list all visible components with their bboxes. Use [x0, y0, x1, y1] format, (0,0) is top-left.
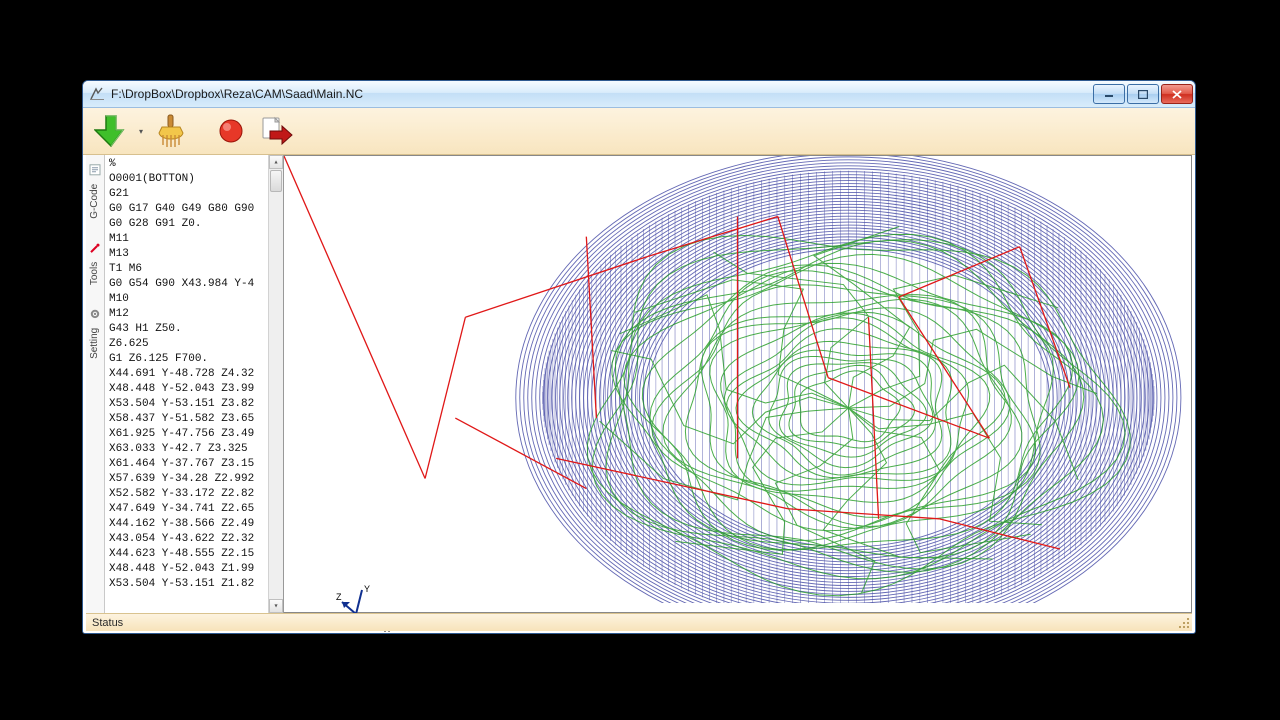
- gcode-line[interactable]: X52.582 Y-33.172 Z2.82: [109, 487, 269, 502]
- gcode-line[interactable]: M13: [109, 247, 269, 262]
- gcode-line[interactable]: G0 G17 G40 G49 G80 G90: [109, 202, 269, 217]
- gcode-line[interactable]: G0 G54 G90 X43.984 Y-4: [109, 277, 269, 292]
- minimize-button[interactable]: [1093, 84, 1125, 104]
- gcode-line[interactable]: X44.162 Y-38.566 Z2.49: [109, 517, 269, 532]
- content-area: G-Code Tools Setting %O0001(BOTTON)G21G0…: [86, 155, 1192, 613]
- gcode-line[interactable]: G1 Z6.125 F700.: [109, 352, 269, 367]
- gcode-line[interactable]: X61.925 Y-47.756 Z3.49: [109, 427, 269, 442]
- app-icon: [89, 86, 105, 102]
- gcode-scrollbar[interactable]: ▴ ▾: [268, 155, 283, 613]
- gcode-panel: %O0001(BOTTON)G21G0 G17 G40 G49 G80 G90G…: [105, 155, 284, 613]
- gcode-line[interactable]: M12: [109, 307, 269, 322]
- gcode-list[interactable]: %O0001(BOTTON)G21G0 G17 G40 G49 G80 G90G…: [109, 157, 269, 592]
- download-dropdown-arrow[interactable]: ▾: [137, 111, 145, 151]
- titlebar: F:\DropBox\Dropbox\Reza\CAM\Saad\Main.NC: [83, 81, 1195, 108]
- resize-grip[interactable]: [1178, 617, 1190, 629]
- gcode-line[interactable]: G0 G28 G91 Z0.: [109, 217, 269, 232]
- gcode-line[interactable]: X53.504 Y-53.151 Z3.82: [109, 397, 269, 412]
- clean-button[interactable]: [151, 111, 191, 151]
- scroll-thumb[interactable]: [270, 170, 282, 192]
- gcode-line[interactable]: O0001(BOTTON): [109, 172, 269, 187]
- tab-tools-label: Tools: [89, 262, 100, 285]
- scroll-up-button[interactable]: ▴: [269, 155, 283, 169]
- tab-gcode-label: G-Code: [89, 184, 100, 219]
- svg-text:Z: Z: [336, 592, 342, 602]
- gcode-line[interactable]: X43.054 Y-43.622 Z2.32: [109, 532, 269, 547]
- gcode-line[interactable]: X63.033 Y-42.7 Z3.325: [109, 442, 269, 457]
- record-button[interactable]: [211, 111, 251, 151]
- side-tabs: G-Code Tools Setting: [86, 155, 105, 613]
- gcode-line[interactable]: M10: [109, 292, 269, 307]
- gcode-line[interactable]: Z6.625: [109, 337, 269, 352]
- tab-setting[interactable]: Setting: [87, 303, 103, 363]
- gcode-line[interactable]: G21: [109, 187, 269, 202]
- window-title: F:\DropBox\Dropbox\Reza\CAM\Saad\Main.NC: [111, 87, 363, 101]
- window-buttons: [1091, 84, 1193, 104]
- download-button[interactable]: [91, 111, 131, 151]
- gcode-line[interactable]: X44.691 Y-48.728 Z4.32: [109, 367, 269, 382]
- viewport-3d[interactable]: X Y Z: [284, 155, 1192, 613]
- run-button[interactable]: [257, 111, 297, 151]
- gcode-line[interactable]: X47.649 Y-34.741 Z2.65: [109, 502, 269, 517]
- gcode-line[interactable]: X58.437 Y-51.582 Z3.65: [109, 412, 269, 427]
- tab-tools[interactable]: Tools: [87, 237, 103, 289]
- status-label: Status: [92, 617, 123, 629]
- gcode-line[interactable]: X48.448 Y-52.043 Z3.99: [109, 382, 269, 397]
- close-button[interactable]: [1161, 84, 1193, 104]
- app-window: F:\DropBox\Dropbox\Reza\CAM\Saad\Main.NC…: [82, 80, 1196, 634]
- gcode-line[interactable]: X44.623 Y-48.555 Z2.15: [109, 547, 269, 562]
- gcode-icon: [88, 163, 102, 177]
- toolbar: ▾: [83, 108, 1195, 155]
- scroll-down-button[interactable]: ▾: [269, 599, 283, 613]
- gcode-line[interactable]: T1 M6: [109, 262, 269, 277]
- gcode-line[interactable]: %: [109, 157, 269, 172]
- gcode-line[interactable]: X53.504 Y-53.151 Z1.82: [109, 577, 269, 592]
- tab-gcode[interactable]: G-Code: [87, 159, 103, 223]
- svg-text:Y: Y: [364, 584, 370, 594]
- gcode-line[interactable]: X57.639 Y-34.28 Z2.992: [109, 472, 269, 487]
- gcode-line[interactable]: M11: [109, 232, 269, 247]
- status-bar: Status: [86, 613, 1192, 631]
- gcode-line[interactable]: X48.448 Y-52.043 Z1.99: [109, 562, 269, 577]
- gcode-line[interactable]: X61.464 Y-37.767 Z3.15: [109, 457, 269, 472]
- gear-icon: [88, 307, 102, 321]
- gcode-line[interactable]: G43 H1 Z50.: [109, 322, 269, 337]
- maximize-button[interactable]: [1127, 84, 1159, 104]
- tools-icon: [88, 241, 102, 255]
- tab-setting-label: Setting: [89, 328, 100, 359]
